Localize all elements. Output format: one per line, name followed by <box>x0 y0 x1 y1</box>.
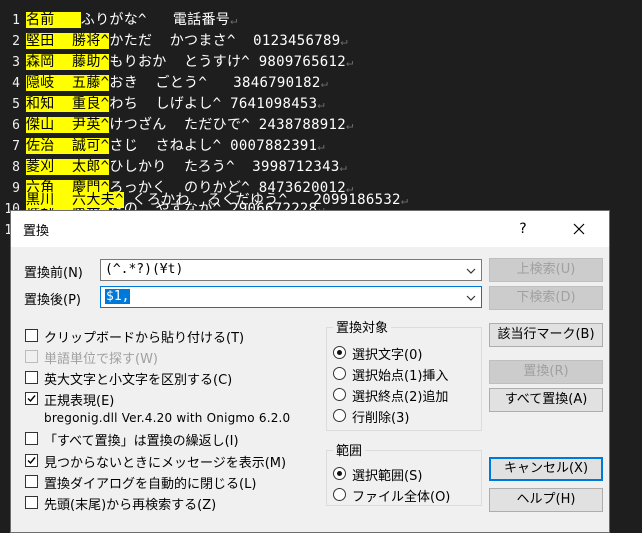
eol-mark: ↵ <box>346 118 354 132</box>
eol-mark: ↵ <box>346 55 354 69</box>
editor-line: 名前 ふりがな^ 電話番号↵ <box>26 10 238 31</box>
eol-mark: ↵ <box>317 139 325 153</box>
line-number: 1 <box>12 13 20 28</box>
selection-highlight: 名前 <box>26 12 81 28</box>
line-number: 5 <box>12 97 20 112</box>
selection-highlight: 黒川 六大夫^ <box>26 192 124 208</box>
replace-value: $1, <box>105 289 131 304</box>
checkbox-checked[interactable] <box>25 454 38 467</box>
search-value: (^.*?)(¥t) <box>105 262 184 277</box>
cancel-button[interactable]: キャンセル(X) <box>489 457 603 481</box>
radio-label: 選択終点(2)追加 <box>352 390 449 405</box>
search-input[interactable]: (^.*?)(¥t) <box>100 259 482 281</box>
checkbox[interactable] <box>25 475 38 488</box>
help-button[interactable]: ヘルプ(H) <box>489 488 603 512</box>
selection-highlight: 和知 重良^ <box>26 96 110 112</box>
radio-label: 選択文字(0) <box>352 348 423 363</box>
replace-dialog: 置換 ? 置換前(N) (^.*?)(¥t) 上検索(U) 置換後(P) $1,… <box>10 210 610 533</box>
radio[interactable] <box>333 409 346 422</box>
replace-label: 置換後(P) <box>24 293 81 308</box>
eol-mark: ↵ <box>339 160 348 174</box>
option-label: 置換ダイアログを自動的に閉じる(L) <box>44 477 257 492</box>
chevron-down-icon[interactable] <box>465 265 477 277</box>
option-label: 英大文字と小文字を区別する(C) <box>44 373 233 388</box>
replace-target-title: 置換対象 <box>333 317 392 336</box>
dialog-titlebar[interactable]: 置換 ? <box>11 211 609 247</box>
replace-input[interactable]: $1, <box>100 286 482 308</box>
eol-mark: ↵ <box>230 13 238 27</box>
selection-highlight: 佐治 誠可^ <box>26 138 110 154</box>
option-label: 見つからないときにメッセージを表示(M) <box>44 456 287 471</box>
eol-mark: ↵ <box>340 34 348 48</box>
option-label: 「すべて置換」は置換の繰返し(I) <box>44 434 239 449</box>
editor-line: 森岡 藤助^もりおか とうすけ^ 9809765612↵ <box>26 52 354 73</box>
line-text: わち しげよし^ 7641098453 <box>109 96 318 112</box>
line-number: 7 <box>12 139 20 154</box>
radio-label: ファイル全体(O) <box>352 490 451 505</box>
option-label: クリップボードから貼り付ける(T) <box>44 331 245 346</box>
line-number: 4 <box>12 76 20 91</box>
line-text: もりおか とうすけ^ 9809765612 <box>109 54 346 70</box>
selection-highlight: 傑山 尹英^ <box>26 117 110 133</box>
line-number: 3 <box>12 55 20 70</box>
option-label: 単語単位で探す(W) <box>44 352 158 367</box>
replace-all-button[interactable]: すべて置換(A) <box>489 388 603 412</box>
check-icon <box>27 457 36 465</box>
selection-highlight: 菱刈 太郎^ <box>26 159 110 175</box>
search-up-button[interactable]: 上検索(U) <box>489 258 603 282</box>
dialog-title: 置換 <box>23 224 50 239</box>
checkbox[interactable] <box>25 371 38 384</box>
radio-label: 選択範囲(S) <box>352 469 423 484</box>
editor-line: 堅田 勝将^かただ かつまさ^ 0123456789↵ <box>26 31 348 52</box>
selection-highlight: 森岡 藤助^ <box>26 54 110 70</box>
scope-title: 範囲 <box>333 440 366 459</box>
checkbox <box>25 350 38 363</box>
radio[interactable] <box>333 367 346 380</box>
selection-highlight: 堅田 勝将^ <box>26 33 110 49</box>
editor-line: 佐治 誠可^さじ さねよし^ 0007882391↵ <box>26 136 325 157</box>
editor-line: 菱刈 太郎^ひしかり たろう^ 3998712343↵ <box>26 157 347 178</box>
checkbox[interactable] <box>25 496 38 509</box>
line-text: ひしかり たろう^ 3998712343 <box>109 159 340 175</box>
line-number: 9 <box>12 181 20 196</box>
line-text: かただ かつまさ^ 0123456789 <box>109 33 341 49</box>
line-text: けつざん ただひで^ 2438788912 <box>109 117 346 133</box>
line-text: くろかわ ろくだゆう^ 2099186532 <box>123 192 401 208</box>
eol-mark: ↵ <box>400 193 409 207</box>
eol-mark: ↵ <box>317 97 325 111</box>
search-down-button[interactable]: 下検索(D) <box>489 286 603 310</box>
regex-library-info: bregonig.dll Ver.4.20 with Onigmo 6.2.0 <box>44 411 291 425</box>
editor-line: 隠岐 五藤^おき ごとう^ 3846790182↵ <box>26 73 328 94</box>
editor-line: 傑山 尹英^けつざん ただひで^ 2438788912↵ <box>26 115 354 136</box>
editor-line: 黒川 六大夫^ くろかわ ろくだゆう^ 2099186532↵ <box>26 190 408 211</box>
option-label: 正規表現(E) <box>44 394 115 409</box>
mark-lines-button[interactable]: 該当行マーク(B) <box>489 323 603 347</box>
selection-highlight: 隠岐 五藤^ <box>26 75 110 91</box>
search-label: 置換前(N) <box>24 266 83 281</box>
checkbox[interactable] <box>25 432 38 445</box>
check-icon <box>27 395 36 403</box>
line-text: おき ごとう^ 3846790182 <box>109 75 321 91</box>
eol-mark: ↵ <box>320 76 329 90</box>
radio[interactable] <box>333 488 346 501</box>
radio-selected[interactable] <box>333 346 346 359</box>
radio-label: 選択始点(1)挿入 <box>352 369 449 384</box>
radio[interactable] <box>333 388 346 401</box>
help-icon[interactable]: ? <box>509 217 537 241</box>
option-label: 先頭(末尾)から再検索する(Z) <box>44 498 217 513</box>
line-number: 8 <box>12 160 20 175</box>
line-text: さじ さねよし^ 0007882391 <box>109 138 318 154</box>
checkbox-checked[interactable] <box>25 392 38 405</box>
checkbox[interactable] <box>25 329 38 342</box>
replace-button[interactable]: 置換(R) <box>489 360 603 384</box>
chevron-down-icon[interactable] <box>465 292 477 304</box>
editor-line: 和知 重良^わち しげよし^ 7641098453↵ <box>26 94 325 115</box>
radio-selected[interactable] <box>333 467 346 480</box>
close-icon[interactable] <box>565 215 593 243</box>
line-number: 2 <box>12 34 20 49</box>
radio-label: 行削除(3) <box>352 411 410 426</box>
line-number: 6 <box>12 118 20 133</box>
line-text: ふりがな^ 電話番号 <box>80 12 231 28</box>
